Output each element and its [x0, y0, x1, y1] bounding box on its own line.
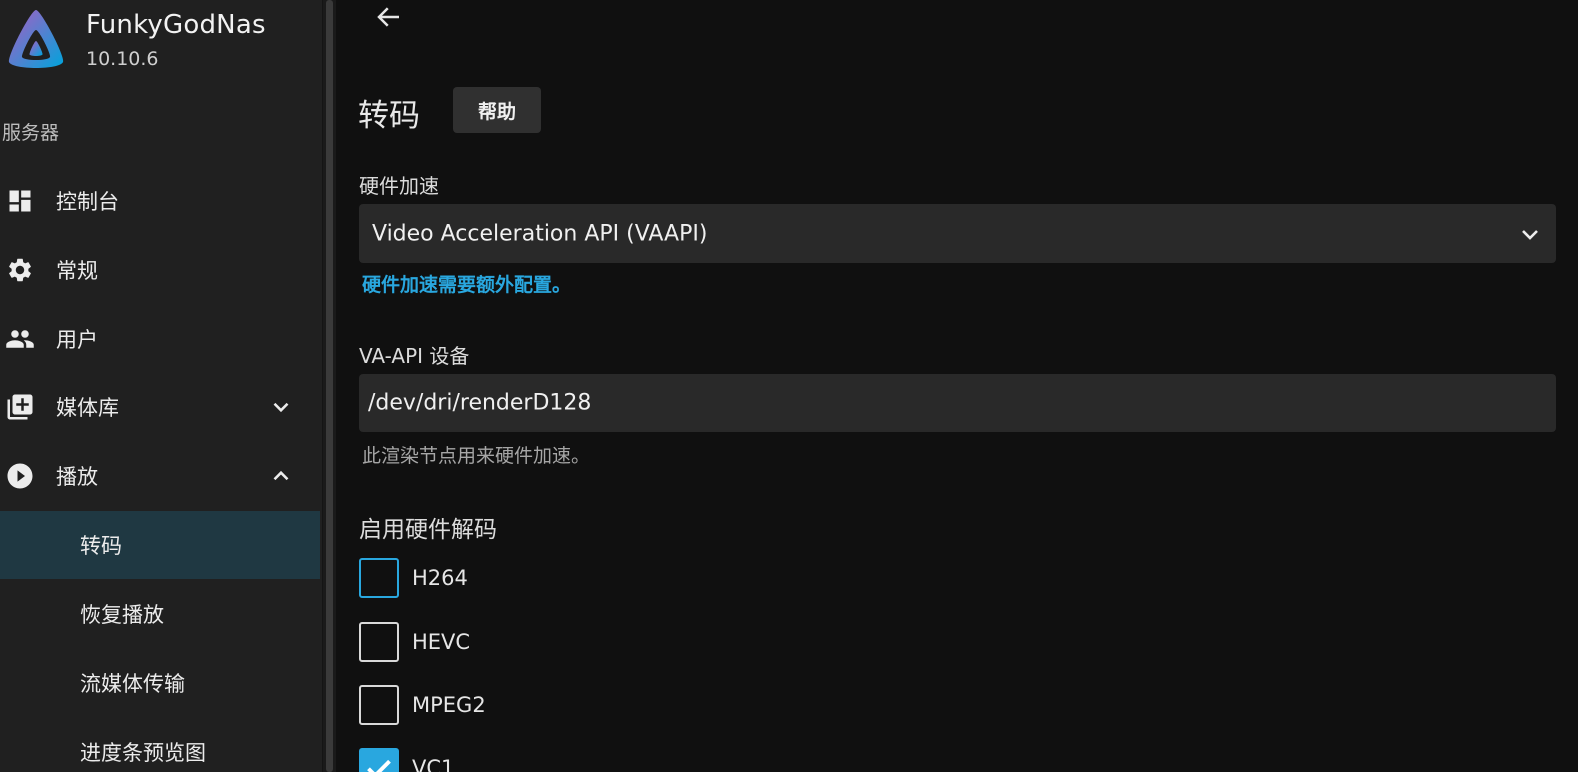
vaapi-device-input[interactable]: /dev/dri/renderD128	[359, 374, 1556, 432]
sidebar-subitem-label: 恢复播放	[80, 603, 164, 627]
app-version: 10.10.6	[86, 48, 159, 70]
sidebar-item-users[interactable]: 用户	[0, 305, 320, 373]
sidebar-subitem-resume[interactable]: 恢复播放	[0, 580, 320, 648]
sidebar-item-label: 控制台	[56, 190, 119, 214]
sidebar-item-dashboard[interactable]: 控制台	[0, 167, 320, 235]
checkbox-checked[interactable]	[359, 748, 399, 772]
app-logo	[8, 10, 64, 68]
hw-accel-config-link[interactable]: 硬件加速需要额外配置。	[362, 270, 571, 297]
scrollbar-thumb[interactable]	[326, 0, 333, 772]
sidebar-item-label: 媒体库	[56, 396, 119, 420]
chevron-up-icon[interactable]	[268, 463, 294, 489]
sidebar-item-libraries[interactable]: 媒体库	[0, 373, 320, 441]
gear-icon	[5, 255, 35, 285]
library-add-icon	[5, 392, 35, 422]
codec-label: MPEG2	[412, 693, 486, 717]
sidebar-item-label: 播放	[56, 465, 98, 489]
sidebar-item-label: 常规	[56, 259, 98, 283]
vaapi-device-label: VA-API 设备	[359, 344, 470, 368]
hw-accel-label: 硬件加速	[359, 174, 439, 198]
app-name: FunkyGodNas	[86, 10, 266, 40]
checkbox[interactable]	[359, 622, 399, 662]
sidebar-subitem-transcoding[interactable]: 转码	[0, 511, 320, 579]
section-label-server: 服务器	[2, 122, 60, 144]
chevron-down-icon	[1522, 230, 1538, 240]
hw-accel-select[interactable]: Video Acceleration API (VAAPI)	[359, 204, 1556, 263]
sidebar-subitem-label: 流媒体传输	[80, 672, 185, 696]
codec-checkbox-vc1[interactable]: VC1	[359, 748, 559, 772]
checkbox[interactable]	[359, 685, 399, 725]
codec-label: HEVC	[412, 630, 471, 654]
play-circle-icon	[5, 461, 35, 491]
vaapi-device-hint: 此渲染节点用来硬件加速。	[362, 445, 591, 467]
checkmark-icon	[367, 759, 391, 772]
sidebar-item-general[interactable]: 常规	[0, 236, 320, 304]
back-arrow-icon[interactable]	[374, 2, 404, 32]
sidebar-scrollbar[interactable]	[322, 0, 336, 772]
dashboard-icon	[5, 186, 35, 216]
codec-checkbox-hevc[interactable]: HEVC	[359, 622, 559, 662]
sidebar-subitem-trickplay[interactable]: 进度条预览图	[0, 718, 320, 772]
hw-accel-value: Video Acceleration API (VAAPI)	[372, 221, 708, 246]
help-button[interactable]: 帮助	[453, 87, 541, 133]
hw-decoding-title: 启用硬件解码	[359, 517, 497, 543]
page-title: 转码	[358, 98, 420, 134]
sidebar-subitem-label: 进度条预览图	[80, 741, 206, 765]
sidebar-subitem-streaming[interactable]: 流媒体传输	[0, 649, 320, 717]
users-icon	[5, 324, 35, 354]
sidebar: FunkyGodNas 10.10.6 服务器 控制台 常规 用户 媒体库 播放	[0, 0, 322, 772]
sidebar-item-label: 用户	[56, 328, 98, 352]
chevron-down-icon[interactable]	[268, 394, 294, 420]
codec-checkbox-mpeg2[interactable]: MPEG2	[359, 685, 559, 725]
sidebar-subitem-label: 转码	[80, 534, 122, 558]
checkbox[interactable]	[359, 558, 399, 598]
sidebar-item-playback[interactable]: 播放	[0, 442, 320, 510]
codec-label: VC1	[412, 756, 455, 772]
codec-checkbox-h264[interactable]: H264	[359, 558, 559, 598]
codec-label: H264	[412, 566, 468, 590]
vaapi-device-value: /dev/dri/renderD128	[368, 390, 592, 416]
